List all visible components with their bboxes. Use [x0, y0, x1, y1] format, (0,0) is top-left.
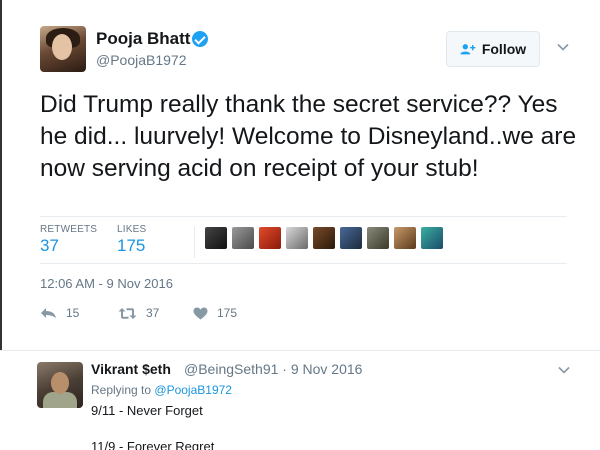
retweets-count[interactable]: 37	[40, 236, 59, 256]
liker-avatar[interactable]	[259, 227, 281, 249]
add-user-icon	[460, 44, 476, 55]
follow-button-label: Follow	[481, 41, 527, 57]
stats-separator	[194, 226, 195, 258]
liker-avatar[interactable]	[367, 227, 389, 249]
reply-count: 15	[66, 306, 80, 320]
divider	[40, 216, 567, 217]
retweet-action[interactable]: 37	[118, 306, 159, 320]
replying-to-prefix: Replying to	[91, 383, 152, 397]
reply-author-avatar[interactable]	[37, 362, 83, 408]
liker-avatar[interactable]	[313, 227, 335, 249]
author-avatar[interactable]	[40, 26, 86, 72]
liker-avatar[interactable]	[205, 227, 227, 249]
replying-to: Replying to @PoojaB1972	[91, 383, 232, 397]
liker-avatar[interactable]	[421, 227, 443, 249]
chevron-down-icon[interactable]	[556, 40, 570, 54]
retweet-count: 37	[146, 306, 160, 320]
liker-avatar[interactable]	[286, 227, 308, 249]
reply-author-meta[interactable]: @BeingSeth91 · 9 Nov 2016	[184, 361, 362, 377]
divider	[40, 263, 567, 264]
reply-icon	[41, 308, 56, 318]
liker-avatar[interactable]	[232, 227, 254, 249]
reply-author-name[interactable]: Vikrant $eth	[91, 361, 171, 377]
chevron-down-icon[interactable]	[557, 363, 571, 377]
retweet-icon	[118, 307, 137, 319]
liker-avatar[interactable]	[394, 227, 416, 249]
follow-button[interactable]: Follow	[446, 31, 540, 67]
reply-text-line: 9/11 - Never Forget	[91, 403, 203, 418]
liker-avatar[interactable]	[340, 227, 362, 249]
reply-text-line: 11/9 - Forever Regret	[91, 439, 215, 450]
likes-label: LIKES	[117, 224, 147, 235]
author-handle[interactable]: @PoojaB1972	[96, 52, 187, 68]
like-action[interactable]: 175	[193, 306, 237, 320]
liker-avatars	[205, 227, 443, 249]
heart-icon	[193, 307, 208, 319]
author-display-name[interactable]: Pooja Bhatt	[96, 29, 190, 49]
reply-action[interactable]: 15	[40, 306, 79, 320]
tweet-timestamp[interactable]: 12:06 AM - 9 Nov 2016	[40, 276, 173, 291]
retweets-label: RETWEETS	[40, 224, 98, 235]
like-count: 175	[217, 306, 238, 320]
replying-to-mention[interactable]: @PoojaB1972	[154, 383, 232, 397]
tweet-text: Did Trump really thank the secret servic…	[40, 91, 577, 182]
verified-badge-icon	[192, 31, 208, 47]
likes-count[interactable]: 175	[117, 236, 145, 256]
